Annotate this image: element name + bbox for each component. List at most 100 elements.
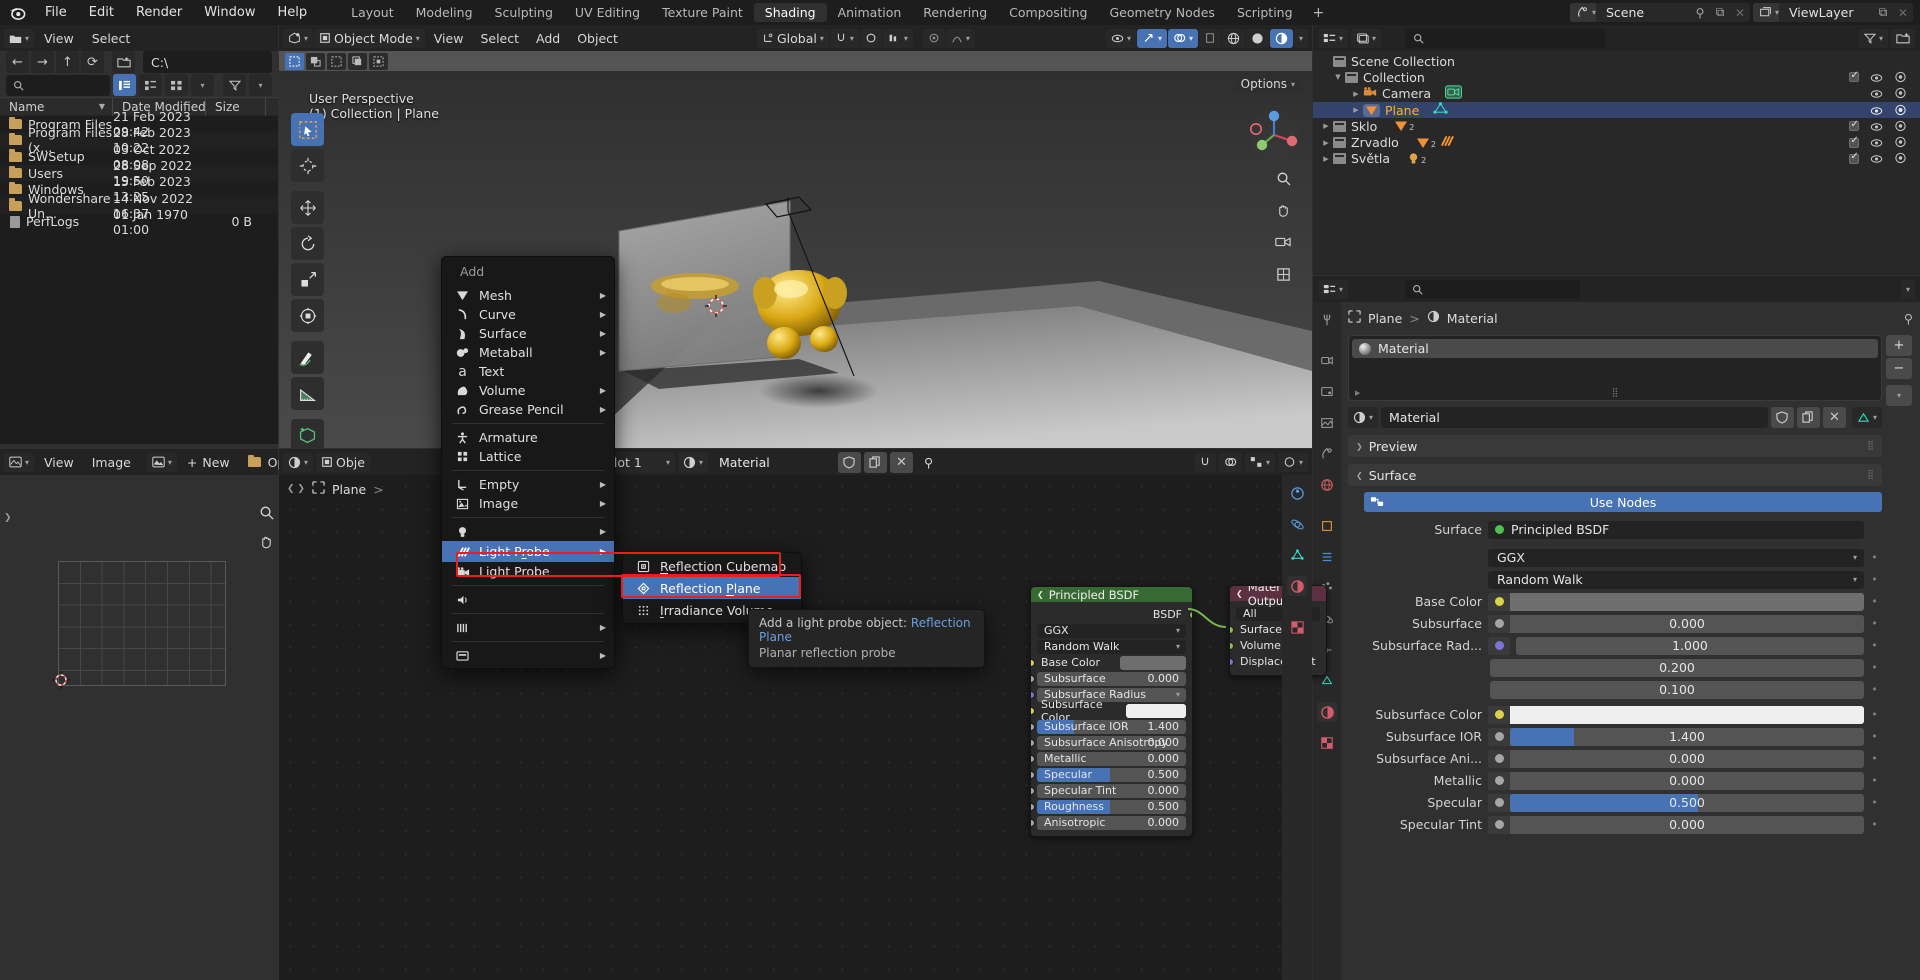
animate-property-icon[interactable]: • xyxy=(1870,661,1879,674)
tab-material[interactable] xyxy=(1317,702,1337,722)
menu-window[interactable]: Window xyxy=(193,0,266,25)
tab-output[interactable] xyxy=(1317,382,1337,402)
blender-logo-icon[interactable] xyxy=(0,0,34,25)
socket-dot[interactable] xyxy=(1030,691,1035,699)
properties-options-dropdown[interactable]: ▾ xyxy=(1901,280,1915,299)
shading-solid-button[interactable] xyxy=(1246,29,1269,48)
falloff-curve-dropdown[interactable]: ▾ xyxy=(946,29,975,48)
socket-dot[interactable] xyxy=(1030,659,1035,667)
copy-viewlayer-icon[interactable]: ⧉ xyxy=(1873,3,1893,22)
metallic-slider[interactable]: 0.000 xyxy=(1488,772,1864,790)
expand-arrow[interactable]: ▶ xyxy=(1349,106,1363,114)
menu-item-curve[interactable]: Curve ▶ xyxy=(442,305,614,324)
distribution-dropdown[interactable]: GGX ▾ xyxy=(1488,549,1864,567)
outliner-row-scene-collection[interactable]: Scene Collection xyxy=(1313,53,1920,69)
node-subsurface[interactable]: Subsurface0.000 xyxy=(1031,671,1192,686)
zoom-icon[interactable] xyxy=(1270,166,1296,190)
fake-user-button[interactable] xyxy=(838,452,861,473)
outliner-row-collection[interactable]: ▼ Collection xyxy=(1313,69,1920,85)
subsurface-radius-y[interactable]: 0.200 xyxy=(1490,659,1864,677)
subsurface-radius-x[interactable]: 1.000 xyxy=(1516,637,1864,655)
column-header-date[interactable]: Date Modified xyxy=(113,100,206,114)
tab-modeling[interactable]: Modeling xyxy=(405,3,484,22)
animate-property-icon[interactable]: • xyxy=(1870,683,1879,696)
nav-forward-button[interactable]: → xyxy=(31,51,54,73)
table-row[interactable]: PerfLogs 01 Jan 1970 01:00 0 B xyxy=(0,214,278,230)
expand-arrow[interactable]: ▶ xyxy=(1319,155,1333,163)
menu-item-collection-instance[interactable]: ▶ xyxy=(442,646,614,665)
breadcrumb-object-label[interactable]: Plane xyxy=(1368,311,1402,326)
tab-scene[interactable] xyxy=(1317,444,1337,464)
node-output-bsdf[interactable]: BSDF xyxy=(1031,607,1192,622)
cursor-tool[interactable] xyxy=(291,149,324,182)
node-principled-bsdf[interactable]: ❮ Principled BSDF BSDF GGX▾ Random Walk▾ xyxy=(1030,586,1193,837)
snap-toggle-button[interactable]: ▾ xyxy=(830,29,859,48)
shader-breadcrumb-plane[interactable]: Plane xyxy=(332,482,366,497)
outliner-editor-type-selector[interactable]: ▾ xyxy=(1318,29,1348,48)
outliner-row-sklo[interactable]: ▶ Sklo 2 xyxy=(1313,118,1920,134)
filter-icon[interactable] xyxy=(223,74,246,96)
animate-property-icon[interactable]: • xyxy=(1870,796,1879,809)
material-link-dropdown[interactable]: ▾ xyxy=(1852,407,1882,428)
expand-arrow[interactable]: ▶ xyxy=(1355,389,1360,397)
eye-icon[interactable] xyxy=(1870,87,1883,100)
vp-menu-object[interactable]: Object xyxy=(569,29,626,48)
node-anisotropic[interactable]: Anisotropic0.000 xyxy=(1031,815,1192,830)
collection-checkbox[interactable] xyxy=(1849,121,1859,131)
browse-material-dropdown-shader[interactable]: ▾ xyxy=(678,452,708,473)
camera-view-icon[interactable] xyxy=(1270,230,1296,254)
menu-help[interactable]: Help xyxy=(267,0,319,25)
menu-edit[interactable]: Edit xyxy=(78,0,125,25)
animate-property-icon[interactable]: • xyxy=(1870,818,1879,831)
viewport-visibility-dropdown[interactable]: ▾ xyxy=(1106,29,1136,48)
new-folder-button[interactable] xyxy=(112,51,135,73)
socket-dot[interactable] xyxy=(1030,723,1035,731)
menu-item-camera[interactable]: Light Probe xyxy=(442,562,614,581)
tab-animation[interactable]: Animation xyxy=(827,3,913,22)
vp-menu-select[interactable]: Select xyxy=(472,29,527,48)
tab-tool[interactable] xyxy=(1317,310,1337,330)
proportional-falloff-dropdown[interactable]: ▾ xyxy=(883,29,913,48)
tab-rendering[interactable]: Rendering xyxy=(912,3,998,22)
menu-item-surface[interactable]: Surface ▶ xyxy=(442,324,614,343)
eye-icon[interactable] xyxy=(1870,136,1883,149)
outliner-row-camera[interactable]: ▶ Camera xyxy=(1313,86,1920,102)
menu-item-metaball[interactable]: Metaball ▶ xyxy=(442,343,614,362)
tab-texture-paint[interactable]: Texture Paint xyxy=(651,3,754,22)
outliner-filter-icon[interactable]: ▾ xyxy=(1859,29,1888,48)
node-subsurface-ior[interactable]: Subsurface IOR1.400 xyxy=(1031,719,1192,734)
pin-icon[interactable]: ⚲ xyxy=(1690,3,1710,22)
new-collection-button[interactable] xyxy=(1891,29,1915,48)
select-mode-subtract-button[interactable] xyxy=(327,53,346,70)
add-menu[interactable]: Add Mesh ▶ Curve ▶ Surface ▶ Metaball ▶ … xyxy=(441,256,615,669)
select-box-tool[interactable] xyxy=(291,113,324,146)
viewport-options-dropdown[interactable]: Options▾ xyxy=(1234,75,1302,93)
subsurface-anisotropy-slider[interactable]: 0.000 xyxy=(1488,750,1864,768)
socket-dot[interactable] xyxy=(1030,771,1035,779)
subsurface-slider[interactable]: 0.000 xyxy=(1488,615,1864,633)
xray-toggle-button[interactable] xyxy=(1199,29,1221,48)
duplicate-material-button[interactable] xyxy=(1797,407,1820,428)
pin-icon[interactable]: ⚲ xyxy=(1904,311,1913,326)
overlays-toggle-button[interactable]: ▾ xyxy=(1168,29,1198,48)
column-header-size[interactable]: Size xyxy=(206,100,266,114)
display-mode-horizontal-list-button[interactable] xyxy=(139,74,162,96)
material-specials-dropdown[interactable]: ▾ xyxy=(1886,385,1912,406)
animate-property-icon[interactable]: • xyxy=(1870,730,1879,743)
expand-arrow[interactable]: ▶ xyxy=(1319,122,1333,130)
browse-material-dropdown[interactable]: ▾ xyxy=(1348,407,1378,428)
collection-checkbox[interactable] xyxy=(1849,138,1859,148)
tab-compositing[interactable]: Compositing xyxy=(998,3,1098,22)
menu-item-light[interactable]: ▶ xyxy=(442,522,614,541)
collection-checkbox[interactable] xyxy=(1849,72,1859,82)
surface-shader-dropdown[interactable]: Principled BSDF xyxy=(1488,521,1864,539)
path-input[interactable]: C:\ xyxy=(143,51,272,73)
node-subsurface-method[interactable]: Random Walk▾ xyxy=(1031,639,1192,654)
tab-scripting[interactable]: Scripting xyxy=(1226,3,1304,22)
node-overlays-button[interactable] xyxy=(1219,453,1242,472)
node-tab-object-data[interactable] xyxy=(1287,545,1307,565)
add-material-slot-button[interactable]: + xyxy=(1886,335,1912,356)
color-preview[interactable] xyxy=(1126,704,1186,718)
collection-checkbox[interactable] xyxy=(1849,154,1859,164)
transform-orientation-selector[interactable]: Global ▾ xyxy=(757,29,829,48)
